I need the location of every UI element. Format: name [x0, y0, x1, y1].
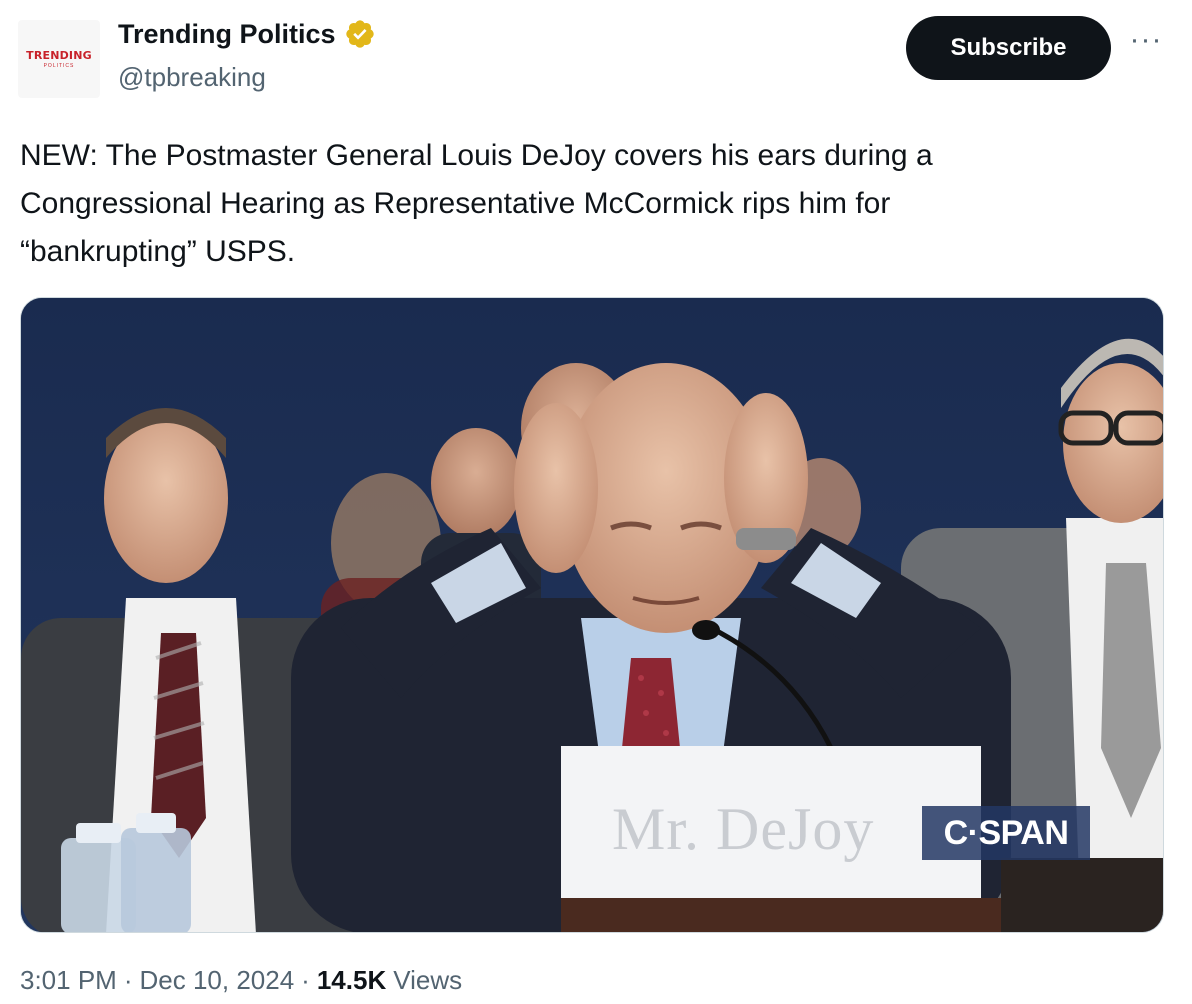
tweet-date[interactable]: Dec 10, 2024: [140, 965, 295, 996]
views-count[interactable]: 14.5K: [317, 965, 386, 996]
tweet-header: TRENDING POLITICS Trending Politics @tpb…: [0, 0, 1192, 110]
account-handle[interactable]: @tpbreaking: [118, 62, 266, 93]
avatar-brand-subtext: POLITICS: [43, 63, 75, 69]
avatar-brand-text: TRENDING: [26, 49, 92, 62]
views-label: Views: [393, 965, 463, 995]
more-options-icon[interactable]: ···: [1128, 25, 1164, 66]
name-row: Trending Politics: [118, 18, 376, 50]
tweet-time[interactable]: 3:01 PM: [20, 965, 117, 996]
display-name[interactable]: Trending Politics: [118, 19, 336, 50]
verified-badge-icon[interactable]: [344, 18, 376, 50]
avatar[interactable]: TRENDING POLITICS: [18, 20, 100, 98]
cspan-logo: C·SPAN: [922, 806, 1090, 860]
nameplate-text: Mr. DeJoy: [612, 796, 875, 862]
tweet-text: NEW: The Postmaster General Louis DeJoy …: [20, 139, 933, 268]
subscribe-button[interactable]: Subscribe: [906, 16, 1111, 80]
meta-separator: ·: [123, 965, 133, 995]
meta-separator: ·: [301, 965, 310, 995]
tweet-meta: 3:01 PM · Dec 10, 2024 · 14.5K Views: [20, 965, 462, 996]
